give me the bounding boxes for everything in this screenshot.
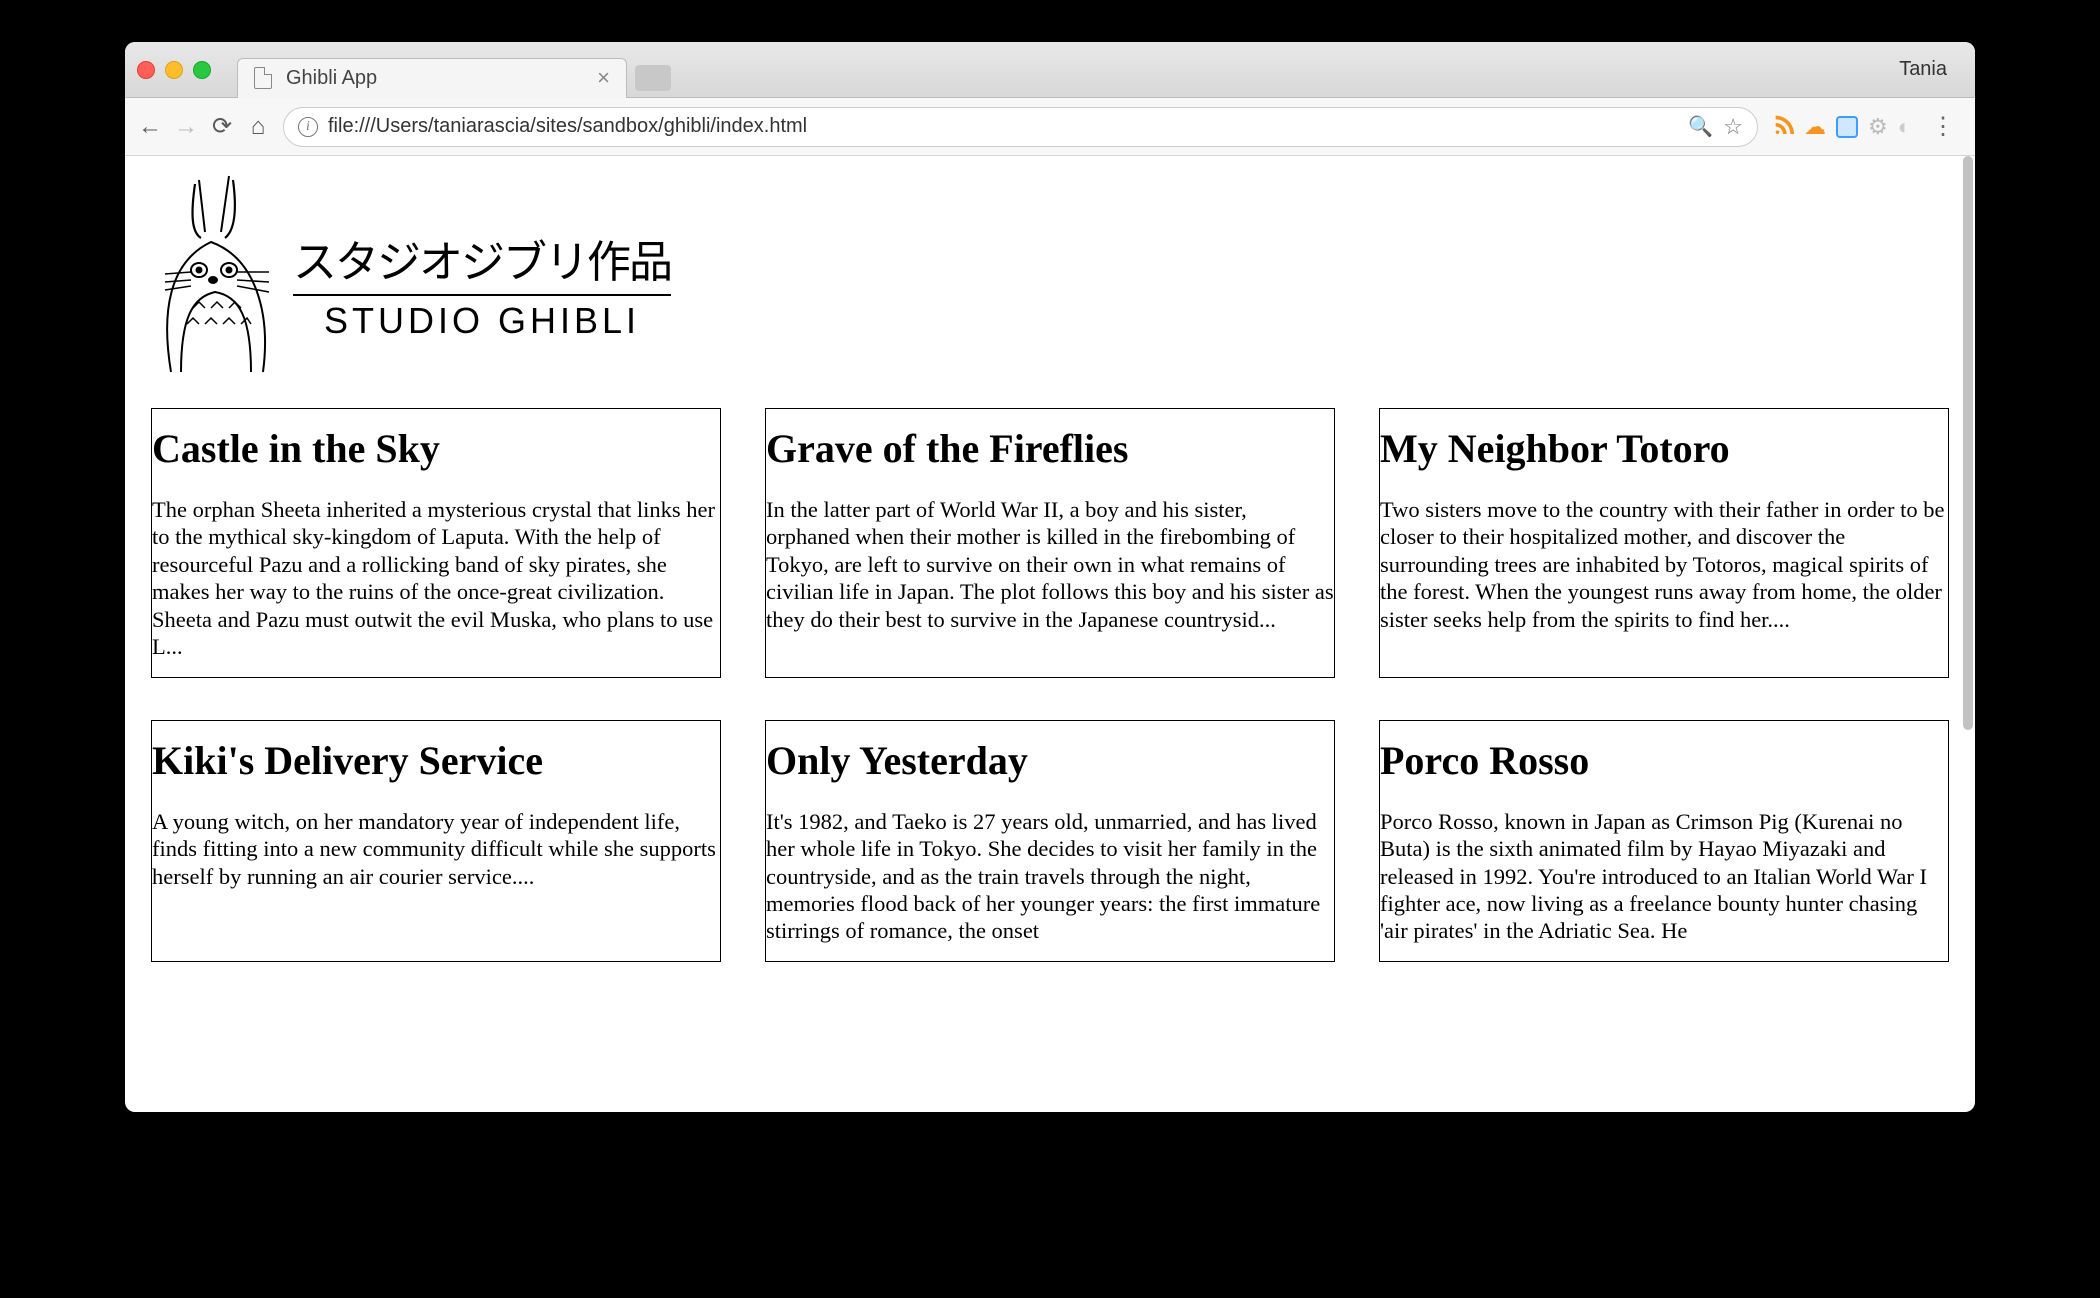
extension-square-icon[interactable] [1836,116,1858,138]
film-card: Porco Rosso Porco Rosso, known in Japan … [1379,720,1949,962]
minimize-window-button[interactable] [165,61,183,79]
logo-japanese: スタジオジブリ作品 [293,226,671,296]
film-description: The orphan Sheeta inherited a mysterious… [152,496,720,661]
film-title: Only Yesterday [766,737,1334,784]
film-card: Only Yesterday It's 1982, and Taeko is 2… [765,720,1335,962]
site-info-icon[interactable]: i [298,117,318,137]
gear-icon[interactable]: ⚙ [1868,114,1888,140]
film-card: Castle in the Sky The orphan Sheeta inhe… [151,408,721,678]
reload-button[interactable]: ⟳ [211,112,233,141]
close-tab-button[interactable]: × [597,65,610,91]
tab-bar: Ghibli App × Tania [125,42,1975,98]
film-grid: Castle in the Sky The orphan Sheeta inhe… [151,408,1949,962]
viewport: スタジオジブリ作品 STUDIO GHIBLI Castle in the Sk… [125,156,1975,1112]
browser-tab[interactable]: Ghibli App × [237,58,627,98]
new-tab-button[interactable] [635,65,671,91]
page-icon [254,67,272,89]
logo-text: スタジオジブリ作品 STUDIO GHIBLI [293,226,671,382]
menu-button[interactable]: ⋮ [1925,112,1961,141]
film-description: A young witch, on her mandatory year of … [152,808,720,890]
scrollbar[interactable] [1963,156,1973,730]
address-bar[interactable]: i file:///Users/taniarascia/sites/sandbo… [283,107,1758,147]
film-card: My Neighbor Totoro Two sisters move to t… [1379,408,1949,678]
film-title: Porco Rosso [1380,737,1948,784]
page-content: スタジオジブリ作品 STUDIO GHIBLI Castle in the Sk… [125,156,1975,962]
home-button[interactable]: ⌂ [247,113,269,141]
back-button[interactable]: ← [139,113,161,141]
logo: スタジオジブリ作品 STUDIO GHIBLI [151,162,1949,382]
close-window-button[interactable] [137,61,155,79]
rss-icon[interactable] [1772,112,1794,141]
bookmark-star-icon[interactable]: ☆ [1723,114,1743,140]
logo-english: STUDIO GHIBLI [324,300,640,342]
browser-window: Ghibli App × Tania ← → ⟳ ⌂ i file:///Use… [125,42,1975,1112]
toolbar: ← → ⟳ ⌂ i file:///Users/taniarascia/site… [125,98,1975,156]
tab-title: Ghibli App [286,67,583,90]
film-description: It's 1982, and Taeko is 27 years old, un… [766,808,1334,945]
forward-button[interactable]: → [175,113,197,141]
film-title: Kiki's Delivery Service [152,737,720,784]
film-description: Two sisters move to the country with the… [1380,496,1948,633]
film-card: Kiki's Delivery Service A young witch, o… [151,720,721,962]
film-card: Grave of the Fireflies In the latter par… [765,408,1335,678]
extensions: ☁ ⚙ ◐ [1772,112,1911,141]
url-text: file:///Users/taniarascia/sites/sandbox/… [328,115,1678,138]
profile-name[interactable]: Tania [1899,58,1963,81]
film-description: In the latter part of World War II, a bo… [766,496,1334,633]
maximize-window-button[interactable] [193,61,211,79]
zoom-icon[interactable]: 🔍 [1688,114,1713,139]
film-description: Porco Rosso, known in Japan as Crimson P… [1380,808,1948,945]
film-title: My Neighbor Totoro [1380,425,1948,472]
refresh-circle-icon[interactable]: ◐ [1898,114,1911,140]
cloud-icon[interactable]: ☁ [1804,114,1826,140]
window-controls [137,61,211,79]
film-title: Castle in the Sky [152,425,720,472]
totoro-icon [151,162,281,382]
film-title: Grave of the Fireflies [766,425,1334,472]
